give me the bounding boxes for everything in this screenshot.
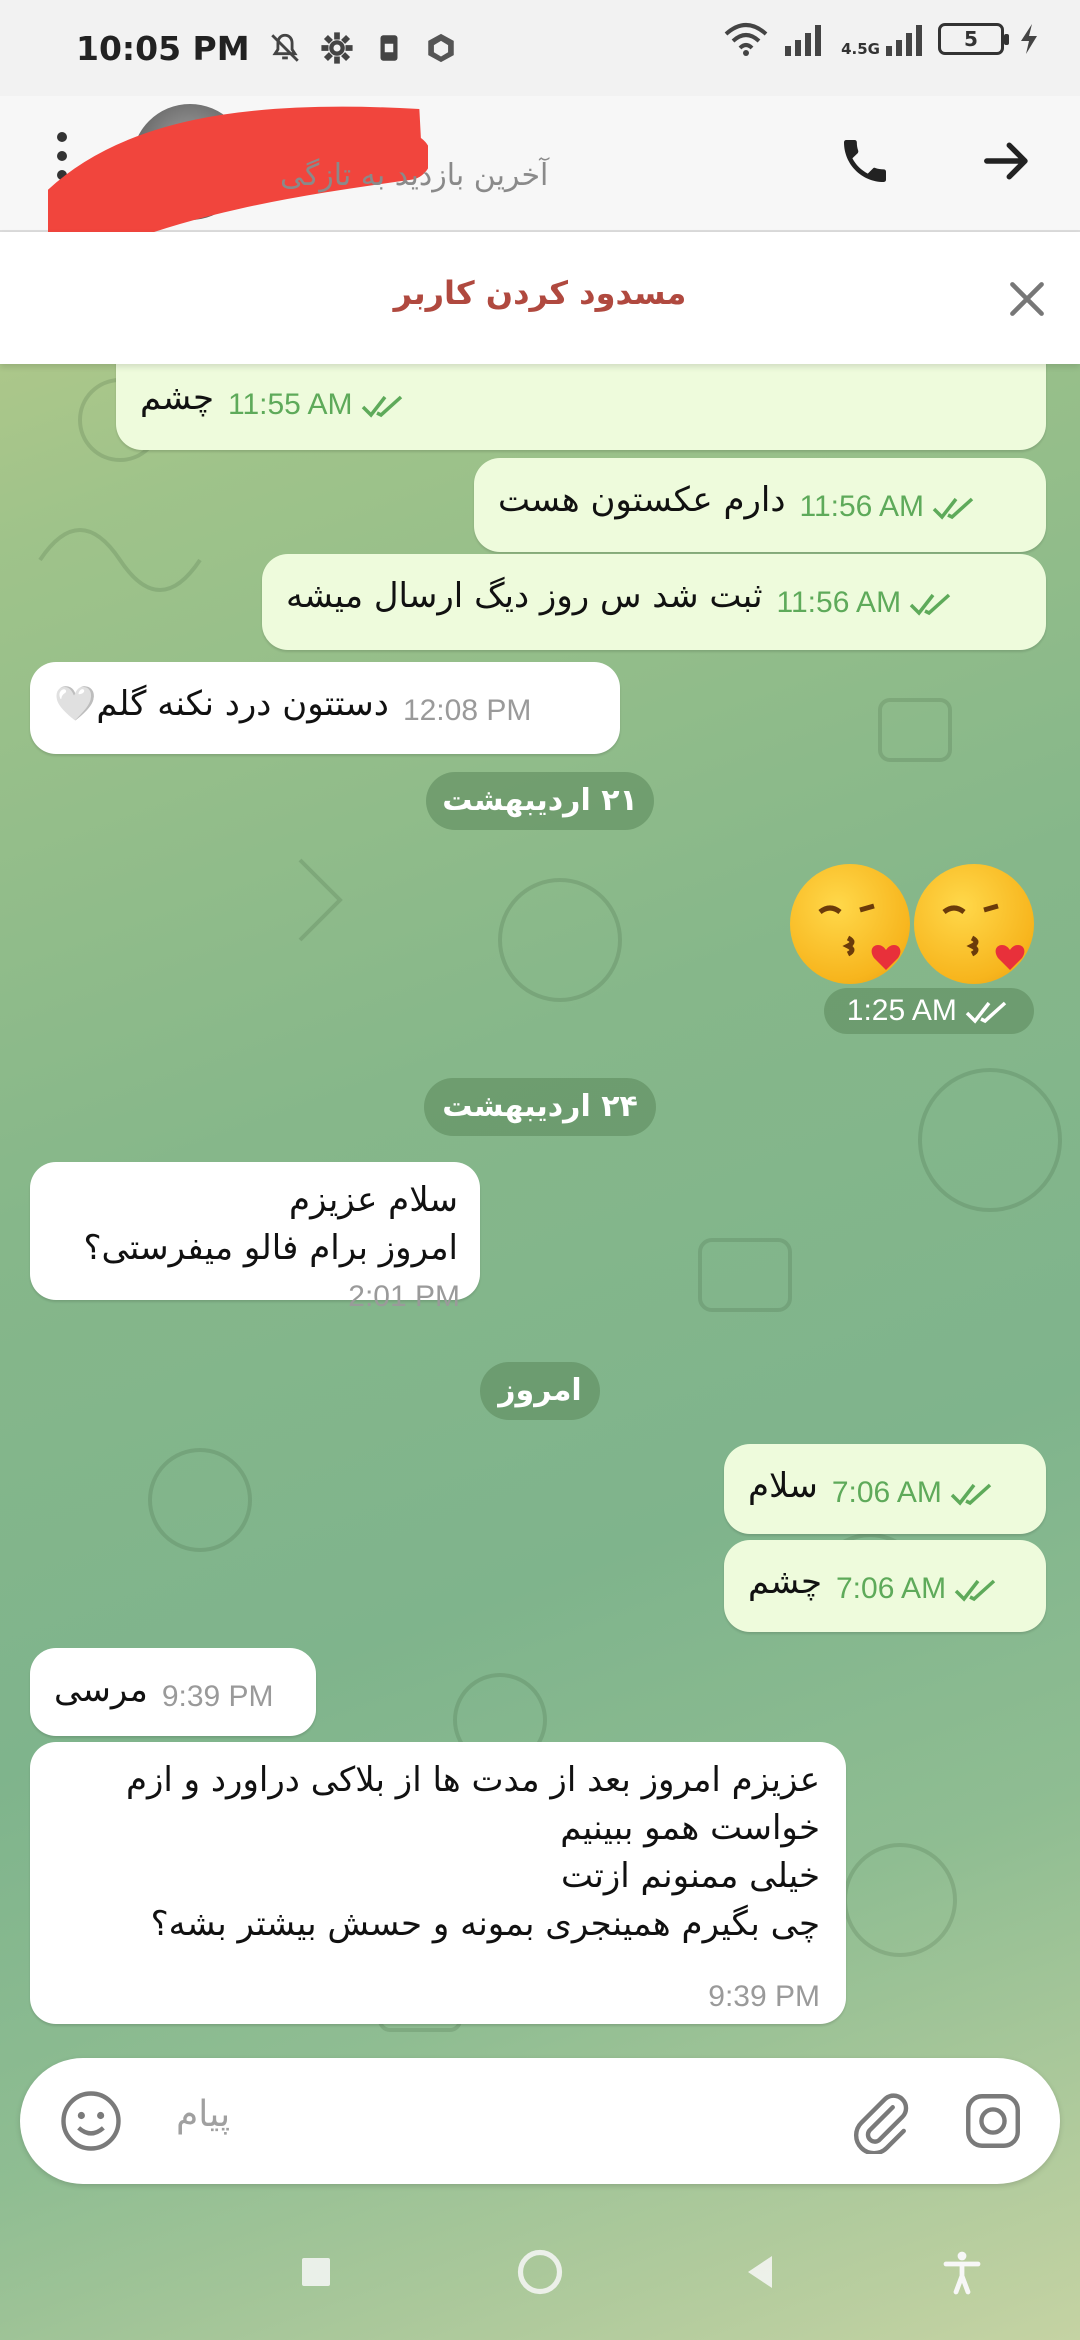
message-list: 11:55 AM چشم 11:56 AM دارم عکستون هست 11… — [0, 364, 1080, 2040]
message-text: چشم — [140, 378, 214, 418]
last-seen-status: آخرین بازدید به تازگی — [280, 158, 549, 193]
date-separator: امروز — [480, 1362, 600, 1420]
network-type: 4.5G — [841, 40, 880, 58]
message-text: ثبت شد س روز دیگ ارسال میشه — [286, 576, 763, 616]
wifi-icon — [724, 23, 768, 56]
call-button[interactable] — [830, 126, 900, 196]
emoji-icon[interactable] — [58, 2088, 124, 2154]
double-check-icon — [965, 1001, 1007, 1024]
message-time: 2:01 PM — [348, 1280, 460, 1313]
message-time: 9:39 PM — [708, 1980, 820, 2013]
message-time: 1:25 AM — [846, 994, 957, 1027]
forward-arrow-icon — [984, 142, 1028, 180]
message-text: خواست همو ببینیم — [560, 1808, 820, 1848]
status-icons-right: 4.5G 5 — [723, 22, 1040, 58]
back-icon[interactable] — [736, 2248, 784, 2296]
camera-icon[interactable] — [960, 2088, 1026, 2154]
message-text: عزیزم امروز بعد از مدت ها از بلاکی دراور… — [125, 1760, 820, 1800]
battery-icon: 5 — [938, 23, 1009, 55]
sim-icon — [380, 35, 398, 61]
signal-icon — [785, 25, 822, 56]
message-bubble-incoming[interactable]: 9:39 PM مرسی — [30, 1648, 316, 1736]
date-separator: ۲۱ اردیبهشت — [426, 772, 654, 830]
double-check-icon — [909, 593, 951, 616]
message-time: 9:39 PM — [161, 1680, 274, 1713]
message-time: 7:06 AM — [836, 1572, 1000, 1606]
block-user-banner: مسدود کردن کاربر — [0, 232, 1080, 364]
double-check-icon — [950, 1483, 992, 1506]
double-check-icon — [954, 1579, 996, 1602]
double-check-icon — [932, 497, 974, 520]
status-bar: 10:05 PM 4.5G 5 — [0, 0, 1080, 96]
attach-icon[interactable] — [846, 2088, 912, 2154]
message-text: دستتون درد نکنه گلم🤍 — [54, 684, 389, 724]
charging-icon — [1021, 24, 1037, 54]
gear-icon — [320, 32, 353, 64]
status-time: 10:05 PM — [76, 28, 250, 68]
message-bubble-incoming[interactable]: سلام عزیزم امروز برام فالو میفرستی؟ 2:01… — [30, 1162, 480, 1313]
chat-header: آخرین بازدید به تازگی — [0, 96, 1080, 252]
battery-level: 5 — [964, 27, 978, 51]
message-composer: پیام — [20, 2058, 1060, 2184]
forward-button[interactable] — [972, 126, 1042, 196]
message-bubble-outgoing[interactable]: 11:56 AM ثبت شد س روز دیگ ارسال میشه — [262, 554, 1046, 650]
phone-icon — [844, 140, 886, 182]
kiss-emoji-icon — [914, 864, 1034, 984]
circle-icon[interactable] — [514, 2246, 566, 2298]
message-bubble-outgoing[interactable]: 7:06 AM چشم — [724, 1540, 1046, 1632]
message-text: سلام عزیزم — [289, 1180, 458, 1220]
message-time: 11:56 AM — [800, 490, 979, 524]
message-time: 11:55 AM — [228, 388, 407, 422]
mute-icon — [270, 33, 299, 62]
message-bubble-outgoing[interactable]: 11:55 AM چشم — [116, 364, 1046, 450]
double-check-icon — [361, 395, 402, 418]
emoji-time-badge: 1:25 AM — [824, 988, 1034, 1034]
message-text: دارم عکستون هست — [498, 480, 786, 520]
message-time: 12:08 PM — [402, 694, 532, 727]
date-separator: ۲۴ اردیبهشت — [424, 1078, 656, 1136]
status-icons-left — [268, 31, 458, 65]
message-text: چشم — [748, 1562, 822, 1602]
message-input[interactable]: پیام — [176, 2094, 230, 2135]
message-text: مرسی — [54, 1670, 148, 1710]
message-bubble-outgoing[interactable]: 7:06 AM سلام — [724, 1444, 1046, 1534]
square-icon[interactable] — [292, 2248, 340, 2296]
block-user-button[interactable]: مسدود کردن کاربر — [0, 274, 1080, 312]
accessibility-icon[interactable] — [938, 2248, 986, 2296]
close-icon[interactable] — [1002, 274, 1052, 324]
network-type-badge: 4.5G — [841, 22, 924, 58]
message-bubble-outgoing[interactable]: 11:56 AM دارم عکستون هست — [474, 458, 1046, 552]
message-time: 11:56 AM — [777, 586, 956, 620]
message-text: خیلی ممنونم ازتت — [561, 1856, 820, 1896]
message-time: 7:06 AM — [832, 1476, 996, 1510]
message-bubble-incoming[interactable]: عزیزم امروز بعد از مدت ها از بلاکی دراور… — [30, 1742, 846, 2024]
kiss-emoji-icon — [790, 864, 910, 984]
app-icon — [427, 33, 454, 63]
signal-icon — [886, 25, 922, 56]
message-text: چی بگیرم همینجری بمونه و حسش بیشتر بشه؟ — [150, 1904, 820, 1944]
message-bubble-incoming[interactable]: 12:08 PM دستتون درد نکنه گلم🤍 — [30, 662, 620, 754]
message-text: سلام — [748, 1466, 818, 1506]
message-text: امروز برام فالو میفرستی؟ — [83, 1228, 459, 1268]
system-nav-bar — [0, 2200, 1080, 2340]
